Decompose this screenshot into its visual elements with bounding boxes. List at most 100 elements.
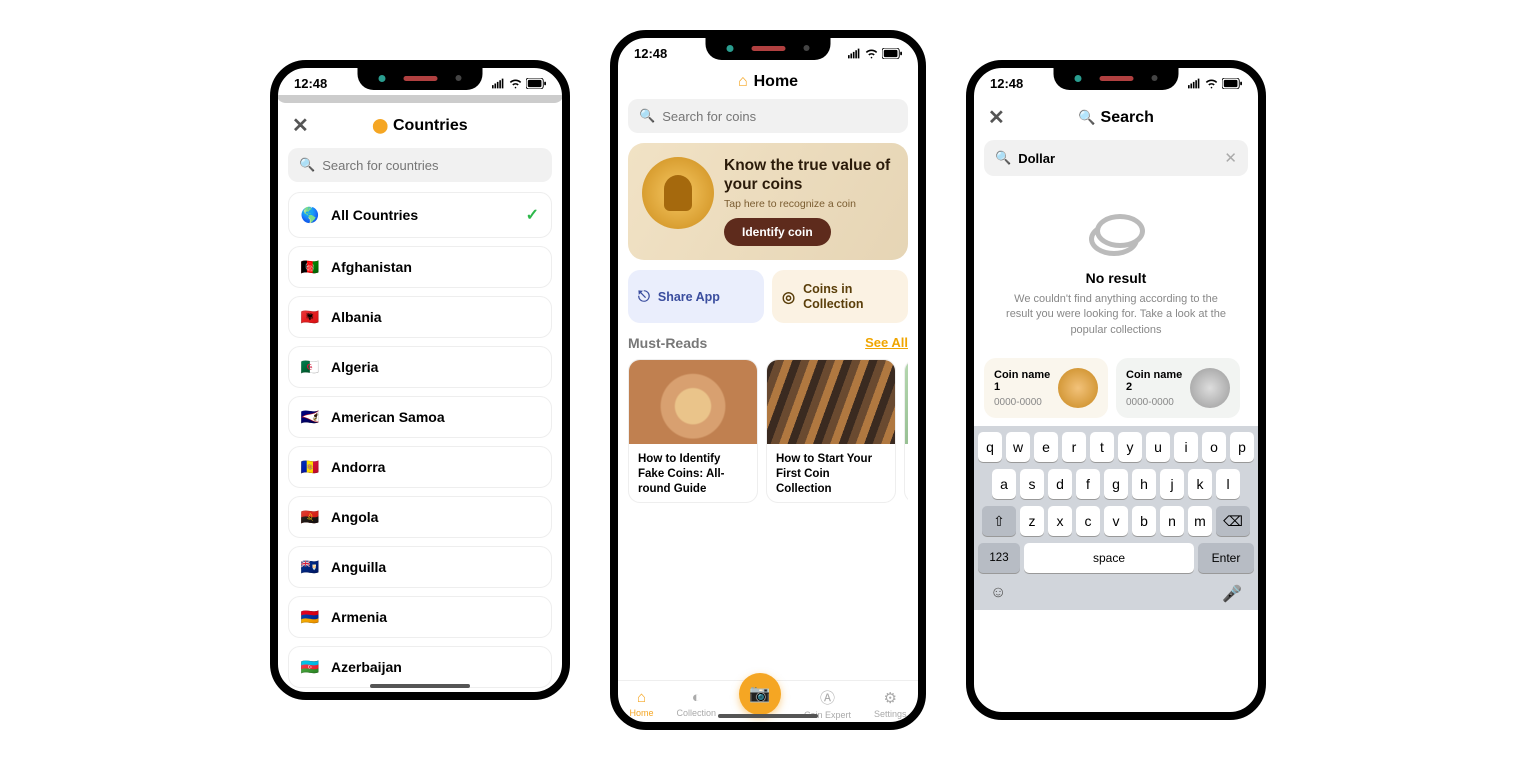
key[interactable]: a: [992, 469, 1016, 499]
key[interactable]: d: [1048, 469, 1072, 499]
nav-collection[interactable]: ◐Collection: [676, 689, 716, 718]
article-card[interactable]: How to Identify Fake Coins: All-round Gu…: [628, 359, 758, 503]
flag-icon: 🇦🇫: [301, 261, 319, 274]
wifi-icon: [1205, 77, 1218, 90]
phone-countries: 12:48 ✕ ⬤Countries 🔍 🌎All Countries✓ 🇦🇫A…: [270, 60, 570, 700]
coin-search-input[interactable]: [662, 109, 897, 124]
article-card[interactable]: How to v... a c...: [904, 359, 908, 503]
key[interactable]: p: [1230, 432, 1254, 462]
backspace-key[interactable]: ⌫: [1216, 506, 1250, 536]
country-item[interactable]: 🇦🇿Azerbaijan: [288, 646, 552, 688]
key[interactable]: i: [1174, 432, 1198, 462]
status-time: 12:48: [990, 76, 1023, 91]
key[interactable]: m: [1188, 506, 1212, 536]
nav-settings[interactable]: ⚙Settings: [874, 689, 907, 719]
countries-title: Countries: [393, 117, 468, 135]
status-time: 12:48: [634, 46, 667, 61]
key[interactable]: q: [978, 432, 1002, 462]
search-input[interactable]: [1018, 151, 1217, 166]
key[interactable]: c: [1076, 506, 1100, 536]
key-row: asdfghjkl: [978, 469, 1254, 499]
clear-icon[interactable]: ✕: [1224, 149, 1237, 167]
space-key[interactable]: space: [1024, 543, 1194, 573]
key[interactable]: t: [1090, 432, 1114, 462]
coin-name: Coin name 2: [1126, 369, 1184, 394]
search-title: Search: [1101, 109, 1154, 127]
country-name: Angola: [331, 509, 378, 525]
country-item[interactable]: 🇦🇲Armenia: [288, 596, 552, 638]
coin-card[interactable]: Coin name 20000-0000: [1116, 358, 1240, 418]
country-search[interactable]: 🔍: [288, 148, 552, 182]
article-image: [629, 360, 757, 444]
emoji-icon[interactable]: ☺: [990, 584, 1006, 604]
coin-search[interactable]: 🔍: [628, 99, 908, 133]
home-indicator[interactable]: [370, 684, 470, 688]
identify-coin-button[interactable]: Identify coin: [724, 218, 831, 246]
country-name: Albania: [331, 309, 382, 325]
coin-card[interactable]: Coin name 10000-0000: [984, 358, 1108, 418]
battery-icon: [1222, 78, 1242, 89]
search-title-icon: 🔍: [1078, 109, 1095, 126]
country-item[interactable]: 🇦🇫Afghanistan: [288, 246, 552, 288]
key[interactable]: u: [1146, 432, 1170, 462]
notch: [1054, 66, 1179, 90]
key[interactable]: b: [1132, 506, 1156, 536]
key[interactable]: j: [1160, 469, 1184, 499]
key[interactable]: e: [1034, 432, 1058, 462]
status-icons: [848, 47, 902, 60]
articles-row[interactable]: How to Identify Fake Coins: All-round Gu…: [628, 359, 908, 503]
close-icon[interactable]: ✕: [988, 105, 1005, 130]
status-icons: [492, 77, 546, 90]
key[interactable]: n: [1160, 506, 1184, 536]
key[interactable]: y: [1118, 432, 1142, 462]
enter-key[interactable]: Enter: [1198, 543, 1254, 573]
key[interactable]: k: [1188, 469, 1212, 499]
article-card[interactable]: How to Start Your First Coin Collection: [766, 359, 896, 503]
shift-key[interactable]: ⇧: [982, 506, 1016, 536]
must-reads-header: Must-Reads See All: [628, 335, 908, 351]
flag-icon: 🇦🇴: [301, 511, 319, 524]
home-indicator[interactable]: [718, 714, 818, 718]
nav-camera[interactable]: 📷: [739, 673, 781, 715]
nav-label: Collection: [676, 708, 716, 718]
country-item[interactable]: 🇦🇮Anguilla: [288, 546, 552, 588]
collection-card[interactable]: ◎Coins inCollection: [772, 270, 908, 323]
coins-empty-icon: [1089, 216, 1143, 256]
share-app-card[interactable]: ⎋Share App: [628, 270, 764, 323]
key[interactable]: r: [1062, 432, 1086, 462]
status-icons: [1188, 77, 1242, 90]
key[interactable]: f: [1076, 469, 1100, 499]
numeric-key[interactable]: 123: [978, 543, 1020, 573]
country-item[interactable]: 🇩🇿Algeria: [288, 346, 552, 388]
country-list[interactable]: 🌎All Countries✓ 🇦🇫Afghanistan 🇦🇱Albania …: [288, 192, 552, 688]
mic-icon[interactable]: 🎤: [1222, 584, 1242, 604]
country-item[interactable]: 🇦🇱Albania: [288, 296, 552, 338]
country-item[interactable]: 🇦🇩Andorra: [288, 446, 552, 488]
key[interactable]: h: [1132, 469, 1156, 499]
key[interactable]: z: [1020, 506, 1044, 536]
signal-icon: [1188, 77, 1201, 90]
battery-icon: [882, 48, 902, 59]
country-item[interactable]: 🇦🇴 Angola: [288, 496, 552, 538]
key[interactable]: v: [1104, 506, 1128, 536]
key[interactable]: g: [1104, 469, 1128, 499]
see-all-link[interactable]: See All: [865, 335, 908, 350]
key[interactable]: s: [1020, 469, 1044, 499]
close-icon[interactable]: ✕: [292, 113, 309, 138]
hero-card[interactable]: Know the true value of your coins Tap he…: [628, 143, 908, 260]
phone-search: 12:48 ✕ 🔍Search 🔍 ✕ No result We couldn'…: [966, 60, 1266, 720]
country-search-input[interactable]: [322, 158, 541, 173]
search-field[interactable]: 🔍 ✕: [984, 140, 1248, 176]
nav-home[interactable]: ⌂Home: [629, 689, 653, 718]
country-item[interactable]: 🌎All Countries✓: [288, 192, 552, 238]
home-header: ⌂Home: [628, 65, 908, 99]
key-row: 123 space Enter: [978, 543, 1254, 573]
gear-icon: ⚙: [883, 689, 896, 707]
key[interactable]: w: [1006, 432, 1030, 462]
key[interactable]: o: [1202, 432, 1226, 462]
country-item[interactable]: 🇦🇸American Samoa: [288, 396, 552, 438]
key[interactable]: l: [1216, 469, 1240, 499]
key[interactable]: x: [1048, 506, 1072, 536]
popular-coins-row[interactable]: Coin name 10000-0000 Coin name 20000-000…: [984, 358, 1248, 418]
flag-icon: 🇦🇿: [301, 661, 319, 674]
